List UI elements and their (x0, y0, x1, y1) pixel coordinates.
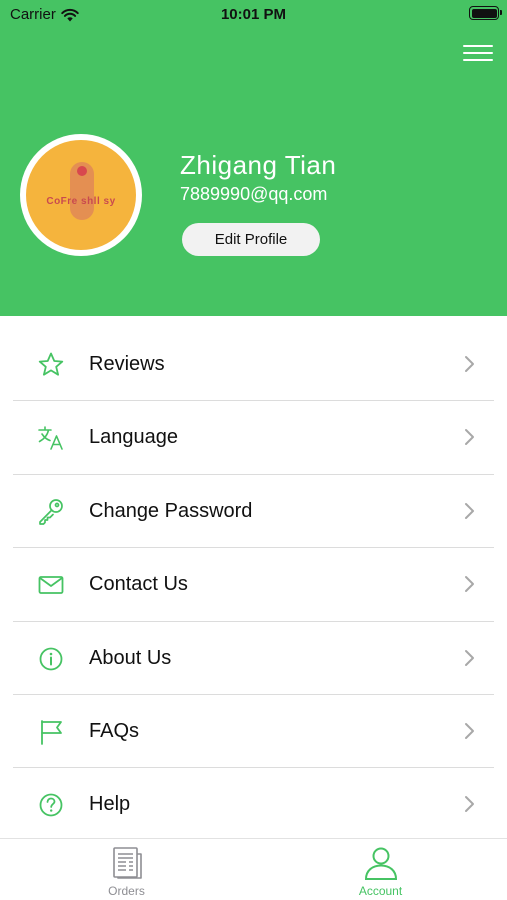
translate-icon (38, 426, 63, 451)
account-menu-list: Reviews Language Change Password Contact… (0, 328, 507, 842)
menu-item-contact-us[interactable]: Contact Us (0, 548, 507, 622)
key-icon (39, 498, 63, 525)
profile-email: 7889990@qq.com (180, 184, 328, 204)
menu-item-label: About Us (89, 646, 172, 669)
avatar-image: CoFre shll sy (26, 140, 136, 250)
edit-profile-button[interactable]: Edit Profile (182, 223, 320, 256)
profile-name: Zhigang Tian (180, 150, 337, 180)
menu-item-about-us[interactable]: About Us (0, 622, 507, 695)
tab-bar: Orders Account (0, 838, 507, 900)
menu-item-label: Change Password (89, 499, 253, 522)
menu-item-change-password[interactable]: Change Password (0, 475, 507, 549)
avatar-logo-text: CoFre shll sy (46, 196, 116, 207)
chevron-right-icon (465, 649, 474, 666)
menu-item-help[interactable]: Help (0, 768, 507, 841)
chevron-right-icon (465, 576, 474, 593)
status-bar: Carrier 10:01 PM (0, 0, 507, 30)
hamburger-menu-icon[interactable] (460, 42, 494, 64)
chevron-right-icon (465, 796, 474, 813)
battery-icon (469, 6, 502, 20)
chevron-right-icon (465, 502, 474, 519)
account-icon (364, 847, 398, 880)
status-time: 10:01 PM (220, 6, 287, 23)
menu-item-label: FAQs (89, 719, 140, 742)
info-icon (39, 647, 63, 670)
menu-item-label: Reviews (89, 353, 165, 375)
menu-item-label: Language (89, 426, 178, 449)
flag-icon (41, 720, 62, 745)
tab-orders[interactable]: Orders (0, 839, 253, 900)
menu-item-reviews[interactable]: Reviews (0, 328, 507, 402)
menu-item-faqs[interactable]: FAQs (0, 695, 507, 769)
profile-header: Carrier 10:01 PM CoFre shll sy Zhigang T… (0, 0, 507, 316)
chevron-right-icon (465, 722, 474, 739)
chevron-right-icon (465, 429, 474, 446)
question-icon (39, 793, 63, 817)
chevron-right-icon (465, 356, 474, 372)
avatar[interactable]: CoFre shll sy (20, 134, 142, 256)
menu-item-label: Help (89, 793, 131, 816)
mail-icon (38, 576, 64, 595)
tab-account[interactable]: Account (254, 839, 507, 900)
star-icon (38, 352, 64, 376)
menu-item-label: Contact Us (89, 573, 188, 596)
tab-label: Account (358, 884, 403, 898)
orders-icon (113, 847, 142, 879)
menu-item-language[interactable]: Language (0, 401, 507, 475)
tab-label: Orders (108, 884, 145, 898)
